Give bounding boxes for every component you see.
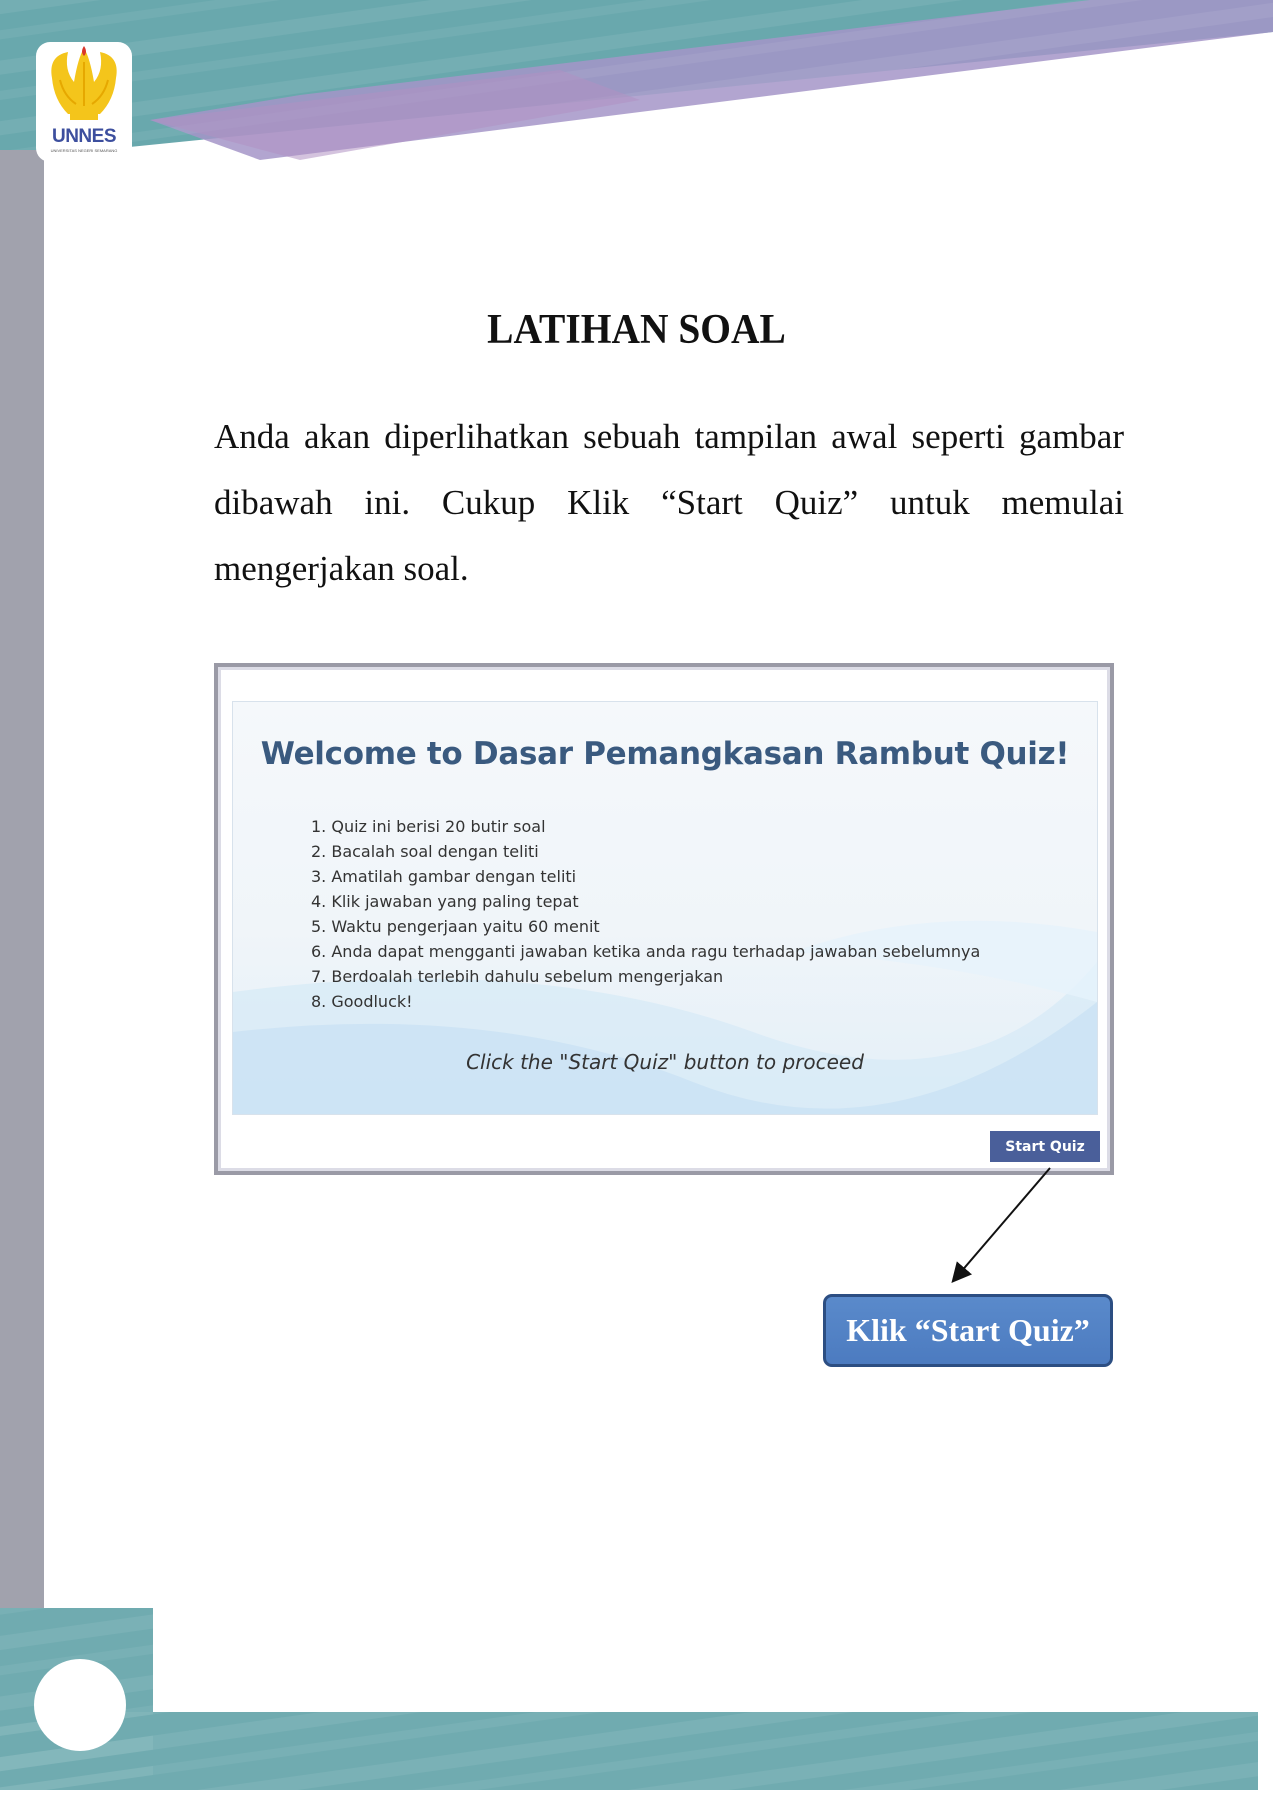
welcome-panel: Welcome to Dasar Pemangkasan Rambut Quiz… [232,701,1098,1115]
rule-item: 7. Berdoalah terlebih dahulu sebelum men… [311,967,724,986]
rule-item: 8. Goodluck! [311,992,413,1011]
rule-item: 5. Waktu pengerjaan yaitu 60 menit [311,917,600,936]
rule-item: 6. Anda dapat mengganti jawaban ketika a… [311,942,981,961]
quiz-welcome-title: Welcome to Dasar Pemangkasan Rambut Quiz… [260,736,1070,772]
unnes-logo: UNNES UNIVERSITAS NEGERI SEMARANG [34,38,134,166]
rule-item: 1. Quiz ini berisi 20 butir soal [311,817,546,836]
quiz-rules-list: 1. Quiz ini berisi 20 butir soal 2. Baca… [311,814,980,1014]
rule-item: 2. Bacalah soal dengan teliti [311,842,539,861]
proceed-instruction: Click the "Start Quiz" button to proceed [466,1050,864,1074]
click-start-quiz-callout: Klik “Start Quiz” [823,1294,1113,1367]
logo-wordmark: UNNES [51,126,117,147]
page-title: LATIHAN SOAL [487,307,786,353]
quiz-screenshot: Welcome to Dasar Pemangkasan Rambut Quiz… [214,663,1114,1175]
rule-item: 4. Klik jawaban yang paling tepat [311,892,579,911]
pointer-arrow-icon [951,1167,1051,1284]
intro-paragraph: Anda akan diperlihatkan sebuah tampilan … [214,417,1124,588]
logo-subtitle: UNIVERSITAS NEGERI SEMARANG [50,148,118,153]
rule-item: 3. Amatilah gambar dengan teliti [311,867,577,886]
